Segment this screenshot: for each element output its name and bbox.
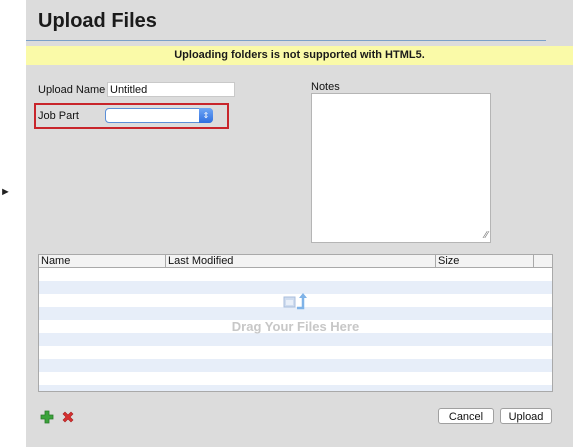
- upload-name-label: Upload Name: [38, 84, 106, 96]
- column-header-last-modified[interactable]: Last Modified: [165, 255, 435, 267]
- column-header-name[interactable]: Name: [39, 255, 165, 267]
- upload-button[interactable]: Upload: [500, 408, 552, 424]
- file-list[interactable]: Drag Your Files Here: [39, 268, 552, 391]
- cancel-button[interactable]: Cancel: [438, 408, 494, 424]
- upload-files-dialog: Upload Files Uploading folders is not su…: [26, 0, 573, 447]
- job-part-select[interactable]: ⇕: [105, 108, 213, 123]
- pointer-arrow-icon: ►: [0, 186, 11, 198]
- warning-banner: Uploading folders is not supported with …: [26, 46, 573, 65]
- table-header: Name Last Modified Size: [39, 255, 552, 268]
- file-table: Name Last Modified Size Drag Your Files …: [38, 254, 553, 392]
- dialog-title: Upload Files: [38, 10, 157, 32]
- select-arrows-icon: ⇕: [199, 108, 213, 123]
- remove-file-icon[interactable]: [61, 410, 75, 424]
- column-header-extra[interactable]: [533, 255, 552, 267]
- drop-zone-text: Drag Your Files Here: [231, 319, 360, 334]
- upload-drop-icon: [283, 293, 307, 310]
- add-file-icon[interactable]: [40, 410, 54, 424]
- notes-label: Notes: [311, 81, 340, 93]
- resize-grip-icon[interactable]: ∕∕: [485, 231, 488, 241]
- notes-textarea[interactable]: ∕∕: [311, 93, 491, 243]
- title-divider: [26, 40, 546, 41]
- column-header-size[interactable]: Size: [435, 255, 533, 267]
- upload-name-input[interactable]: [107, 82, 235, 97]
- job-part-label: Job Part: [38, 110, 79, 122]
